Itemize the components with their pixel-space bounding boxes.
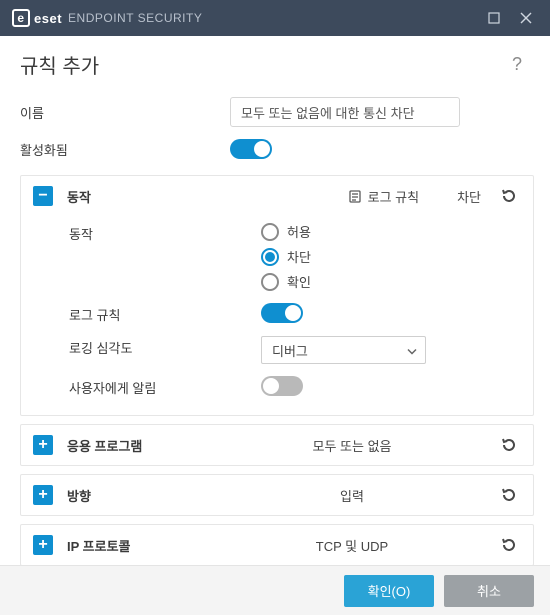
ok-button[interactable]: 확인(O) [344, 575, 434, 607]
scroll-area[interactable]: 이름 활성화됨 − 동작 로그 규칙 차단 [0, 87, 550, 565]
help-button[interactable]: ? [504, 50, 530, 79]
panel-direction: + 방향 입력 [20, 474, 534, 516]
expand-icon: + [33, 535, 53, 555]
radio-allow[interactable]: 허용 [261, 222, 519, 241]
maximize-icon [488, 12, 500, 24]
revert-protocol[interactable] [497, 536, 521, 554]
severity-select[interactable]: 디버그 [261, 336, 426, 364]
severity-value: 디버그 [272, 341, 308, 360]
enabled-label: 활성화됨 [20, 140, 230, 159]
panel-protocol-title: IP 프로토콜 [67, 536, 207, 555]
severity-label: 로깅 심각도 [69, 336, 261, 357]
panel-behavior: − 동작 로그 규칙 차단 동작 [20, 175, 534, 416]
panel-application-title: 응용 프로그램 [67, 436, 207, 455]
log-toggle[interactable] [261, 303, 303, 323]
brand-logo: e [12, 9, 30, 27]
panel-behavior-header[interactable]: − 동작 로그 규칙 차단 [21, 176, 533, 216]
log-label: 로그 규칙 [69, 303, 261, 324]
badge-action: 차단 [457, 187, 481, 206]
row-severity: 로깅 심각도 디버그 [69, 330, 519, 370]
application-summary: 모두 또는 없음 [207, 436, 497, 455]
cancel-button[interactable]: 취소 [444, 575, 534, 607]
footer: 확인(O) 취소 [0, 565, 550, 615]
chevron-down-icon [407, 343, 417, 358]
page-title: 규칙 추가 [20, 50, 504, 79]
name-label: 이름 [20, 103, 230, 122]
close-button[interactable] [510, 4, 542, 32]
action-radio-group: 허용 차단 확인 [261, 222, 519, 291]
panel-application: + 응용 프로그램 모두 또는 없음 [20, 424, 534, 466]
brand-text: eset [34, 11, 62, 26]
row-enabled: 활성화됨 [20, 133, 534, 165]
collapse-icon: − [33, 186, 53, 206]
panel-protocol: + IP 프로토콜 TCP 및 UDP [20, 524, 534, 565]
brand-subtitle: ENDPOINT SECURITY [68, 11, 202, 25]
notify-toggle[interactable] [261, 376, 303, 396]
window-titlebar: e eset ENDPOINT SECURITY [0, 0, 550, 36]
name-input[interactable] [230, 97, 460, 127]
row-notify: 사용자에게 알림 [69, 370, 519, 403]
expand-icon: + [33, 485, 53, 505]
radio-ask[interactable]: 확인 [261, 272, 519, 291]
radio-block[interactable]: 차단 [261, 247, 519, 266]
row-action: 동작 허용 차단 확인 [69, 216, 519, 297]
maximize-button[interactable] [478, 4, 510, 32]
panel-behavior-title: 동작 [67, 187, 207, 206]
close-icon [520, 12, 532, 24]
panel-direction-header[interactable]: + 방향 입력 [21, 475, 533, 515]
badge-log: 로그 규칙 [348, 187, 419, 206]
revert-direction[interactable] [497, 486, 521, 504]
protocol-summary: TCP 및 UDP [207, 536, 497, 555]
row-log: 로그 규칙 [69, 297, 519, 330]
revert-application[interactable] [497, 436, 521, 454]
notify-label: 사용자에게 알림 [69, 376, 261, 397]
revert-behavior[interactable] [497, 187, 521, 205]
brand: e eset [12, 9, 62, 27]
panel-direction-title: 방향 [67, 486, 207, 505]
panel-application-header[interactable]: + 응용 프로그램 모두 또는 없음 [21, 425, 533, 465]
enabled-toggle[interactable] [230, 139, 272, 159]
clipboard-icon [348, 189, 362, 203]
panel-protocol-header[interactable]: + IP 프로토콜 TCP 및 UDP [21, 525, 533, 565]
action-label: 동작 [69, 222, 261, 243]
direction-summary: 입력 [207, 486, 497, 505]
row-name: 이름 [20, 91, 534, 133]
page-header: 규칙 추가 ? [0, 36, 550, 87]
expand-icon: + [33, 435, 53, 455]
